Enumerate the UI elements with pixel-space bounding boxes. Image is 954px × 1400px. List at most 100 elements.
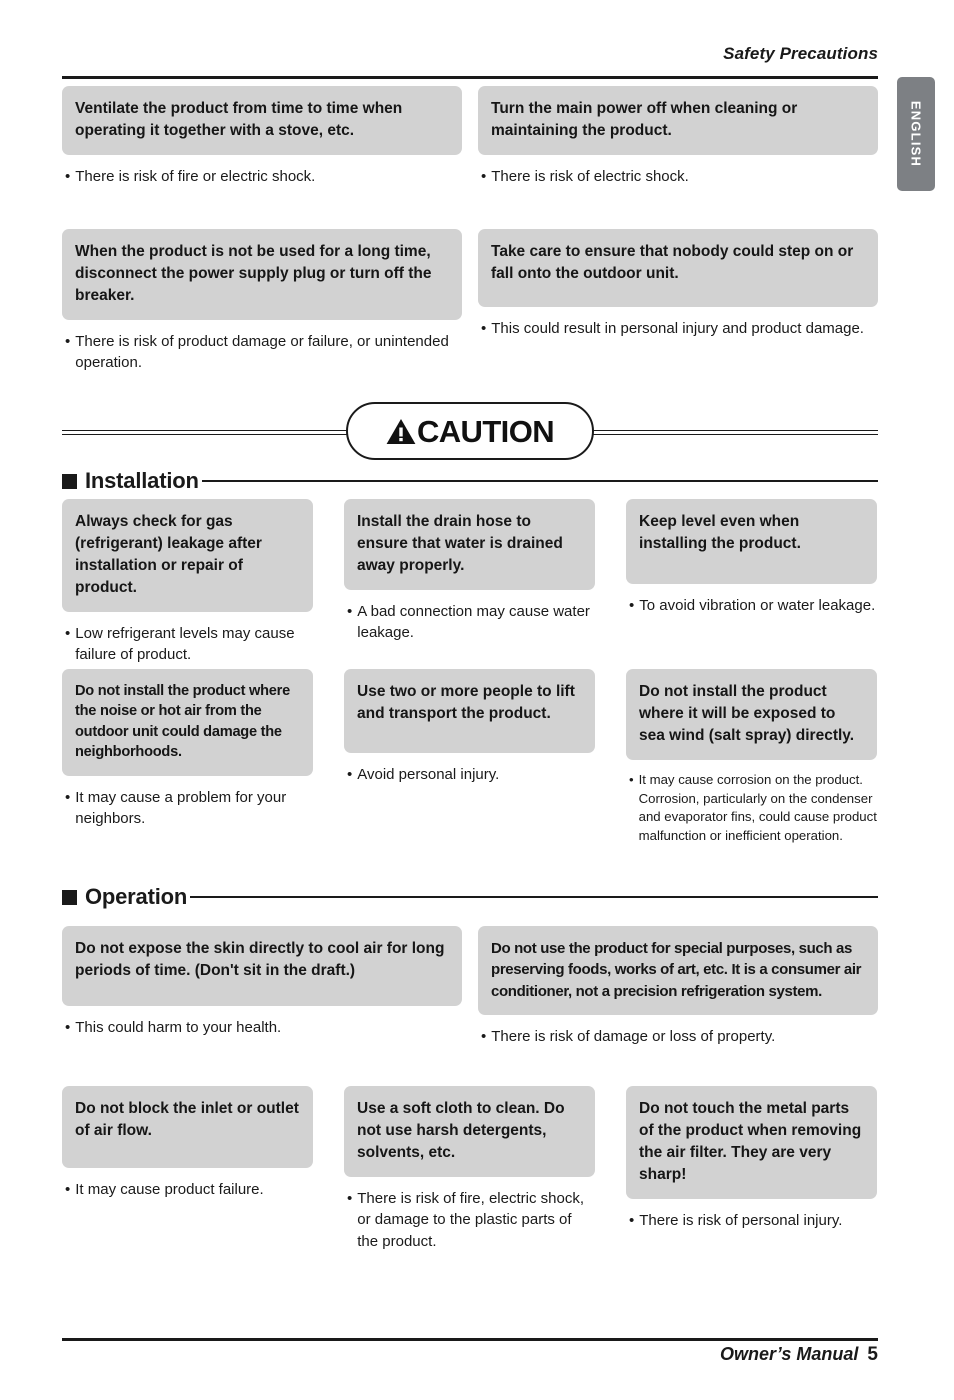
precaution-note: • This could harm to your health. <box>62 1017 462 1038</box>
precaution-note: • A bad connection may cause water leaka… <box>344 601 595 644</box>
installation-row-2: Do not install the product where the noi… <box>62 669 878 846</box>
precaution-heading: Turn the main power off when cleaning or… <box>478 86 878 155</box>
precaution-heading: Use two or more people to lift and trans… <box>344 669 595 753</box>
header-divider <box>62 76 878 79</box>
precaution-note: • There is risk of fire, electric shock,… <box>344 1188 595 1252</box>
precaution-note-text: Avoid personal injury. <box>357 766 500 783</box>
bullet-icon: • <box>65 625 71 642</box>
precaution-note: • There is risk of fire or electric shoc… <box>62 166 462 187</box>
footer-divider <box>62 1338 878 1341</box>
precaution-note: • Avoid personal injury. <box>344 764 595 785</box>
precaution-note-text: There is risk of personal injury. <box>639 1212 843 1229</box>
precaution-note-text: There is risk of damage or loss of prope… <box>491 1027 776 1045</box>
warning-row-1: Ventilate the product from time to time … <box>62 86 878 187</box>
precaution-note: • There is risk of product damage or fai… <box>62 331 462 374</box>
page-header: Safety Precautions <box>62 44 878 64</box>
bullet-icon: • <box>481 168 487 185</box>
precaution-heading: Always check for gas (refrigerant) leaka… <box>62 499 313 612</box>
precaution-note-text: It may cause a problem for your neighbor… <box>75 788 287 827</box>
precaution-cell: Do not block the inlet or outlet of air … <box>62 1086 313 1252</box>
precaution-note: • It may cause a problem for your neighb… <box>62 787 313 830</box>
page-number: 5 <box>867 1344 878 1365</box>
precaution-heading: Do not expose the skin directly to cool … <box>62 926 462 1006</box>
precaution-note-text: It may cause corrosion on the product. C… <box>638 772 877 844</box>
precaution-cell: Take care to ensure that nobody could st… <box>478 229 878 374</box>
section-title: Operation <box>85 884 188 909</box>
precaution-note: • To avoid vibration or water leakage. <box>626 595 877 616</box>
precaution-heading: Do not touch the metal parts of the prod… <box>626 1086 877 1199</box>
precaution-cell: Do not use the product for special purpo… <box>478 926 878 1047</box>
precaution-cell: Do not install the product where the noi… <box>62 669 313 846</box>
precaution-cell: Use a soft cloth to clean. Do not use ha… <box>344 1086 595 1252</box>
precaution-heading: Do not use the product for special purpo… <box>478 926 878 1015</box>
precaution-note: • It may cause product failure. <box>62 1179 313 1200</box>
precaution-note-text: There is risk of electric shock. <box>491 168 689 185</box>
precaution-note-text: There is risk of fire or electric shock. <box>75 168 316 185</box>
page-title: Safety Precautions <box>723 44 878 63</box>
black-square-icon <box>62 473 77 489</box>
bullet-icon: • <box>481 1027 487 1045</box>
bullet-icon: • <box>65 168 71 185</box>
section-divider <box>201 480 878 482</box>
section-divider <box>190 896 878 898</box>
precaution-cell: Do not touch the metal parts of the prod… <box>626 1086 877 1252</box>
precaution-note: • There is risk of damage or loss of pro… <box>478 1026 878 1047</box>
section-title: Installation <box>85 468 199 493</box>
section-header-operation: Operation <box>62 884 878 910</box>
precaution-heading: Use a soft cloth to clean. Do not use ha… <box>344 1086 595 1177</box>
manual-page: Safety Precautions ENGLISH Ventilate the… <box>0 0 954 1400</box>
precaution-cell: When the product is not be used for a lo… <box>62 229 462 374</box>
bullet-icon: • <box>347 766 353 783</box>
precaution-cell: Always check for gas (refrigerant) leaka… <box>62 499 313 666</box>
language-tab: ENGLISH <box>897 77 935 191</box>
precaution-heading: Do not install the product where it will… <box>626 669 877 760</box>
section-header-installation: Installation <box>62 468 878 494</box>
caution-label: CAUTION <box>416 413 555 449</box>
installation-row-1: Always check for gas (refrigerant) leaka… <box>62 499 878 666</box>
bullet-icon: • <box>65 788 71 806</box>
language-tab-label: ENGLISH <box>908 100 924 168</box>
bullet-icon: • <box>629 1212 635 1229</box>
caution-banner: CAUTION <box>62 402 878 462</box>
precaution-note-text: To avoid vibration or water leakage. <box>639 597 876 614</box>
caution-badge: CAUTION <box>346 402 594 460</box>
precaution-cell: Ventilate the product from time to time … <box>62 86 462 187</box>
precaution-note-text: This could result in personal injury and… <box>491 320 864 337</box>
precaution-cell: Do not install the product where it will… <box>626 669 877 846</box>
precaution-heading: Do not block the inlet or outlet of air … <box>62 1086 313 1168</box>
precaution-note: • This could result in personal injury a… <box>478 318 878 339</box>
precaution-heading: Install the drain hose to ensure that wa… <box>344 499 595 590</box>
bullet-icon: • <box>629 597 635 614</box>
precaution-note: • There is risk of personal injury. <box>626 1210 877 1231</box>
precaution-cell: Do not expose the skin directly to cool … <box>62 926 462 1047</box>
bullet-icon: • <box>481 320 487 337</box>
page-footer: Owner’s Manual 5 <box>62 1344 878 1366</box>
bullet-icon: • <box>347 603 353 620</box>
warning-row-2: When the product is not be used for a lo… <box>62 229 878 374</box>
precaution-note: • It may cause corrosion on the product.… <box>626 771 877 846</box>
bullet-icon: • <box>629 772 634 787</box>
precaution-heading: Ventilate the product from time to time … <box>62 86 462 155</box>
precaution-heading: Keep level even when installing the prod… <box>626 499 877 584</box>
operation-row-2: Do not block the inlet or outlet of air … <box>62 1086 878 1252</box>
precaution-note-text: It may cause product failure. <box>75 1181 264 1198</box>
precaution-note-text: There is risk of product damage or failu… <box>75 333 449 372</box>
precaution-note-text: There is risk of fire, electric shock, o… <box>357 1190 584 1250</box>
precaution-cell: Keep level even when installing the prod… <box>626 499 877 666</box>
bullet-icon: • <box>347 1190 353 1207</box>
warning-triangle-icon <box>386 418 416 444</box>
precaution-heading: Take care to ensure that nobody could st… <box>478 229 878 307</box>
precaution-cell: Install the drain hose to ensure that wa… <box>344 499 595 666</box>
bullet-icon: • <box>65 333 71 350</box>
operation-row-1: Do not expose the skin directly to cool … <box>62 926 878 1047</box>
bullet-icon: • <box>65 1019 71 1036</box>
precaution-heading: When the product is not be used for a lo… <box>62 229 462 320</box>
black-square-icon <box>62 889 77 905</box>
precaution-note: • There is risk of electric shock. <box>478 166 878 187</box>
manual-label: Owner’s Manual <box>720 1344 859 1364</box>
precaution-note: • Low refrigerant levels may cause failu… <box>62 623 313 666</box>
precaution-note-text: Low refrigerant levels may cause failure… <box>75 625 295 664</box>
precaution-cell: Turn the main power off when cleaning or… <box>478 86 878 187</box>
precaution-heading: Do not install the product where the noi… <box>62 669 313 776</box>
bullet-icon: • <box>65 1181 71 1198</box>
